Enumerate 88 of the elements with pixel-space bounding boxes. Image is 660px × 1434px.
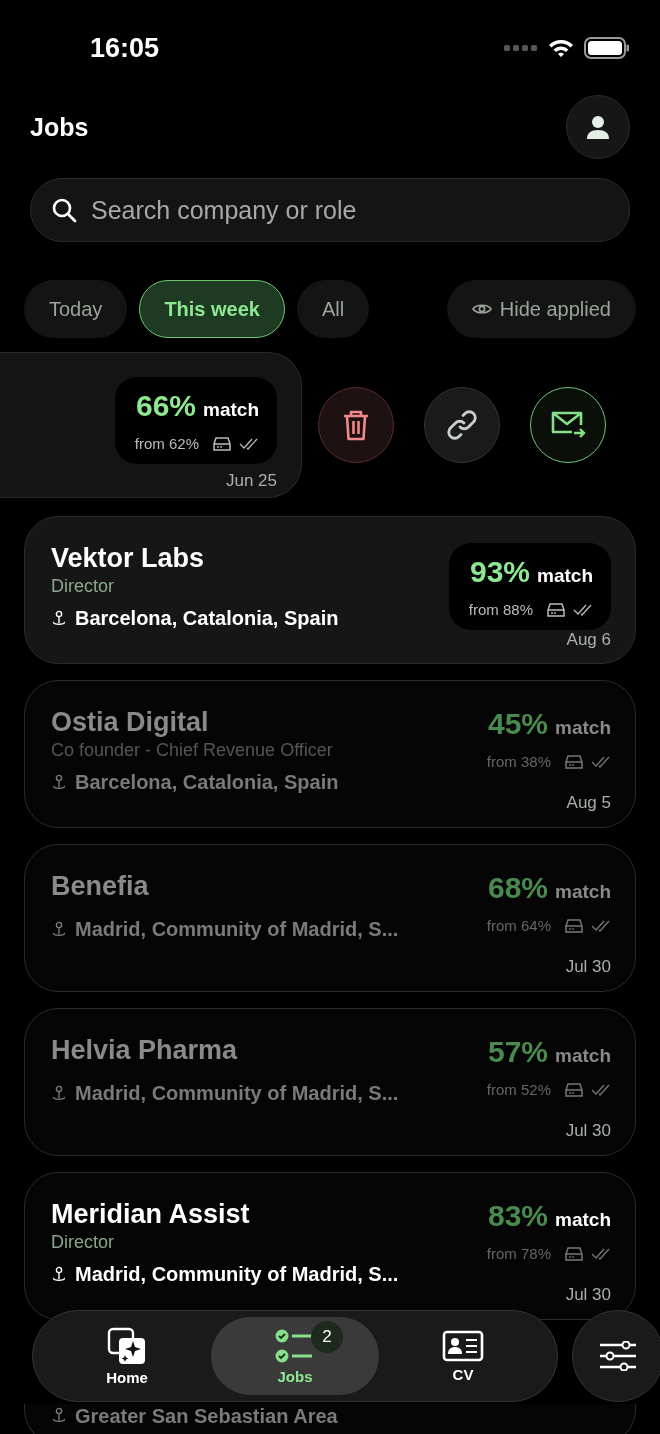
search-icon (51, 197, 77, 223)
match-percent: 57% (488, 1035, 549, 1069)
double-check-icon (573, 603, 593, 616)
tab-bar-item[interactable]: Jobs 2 (211, 1317, 379, 1395)
sparkle-cards-icon (107, 1326, 147, 1365)
job-location: Greater San Sebastian Area (75, 1404, 338, 1428)
send-mail-icon (550, 410, 586, 440)
search-field[interactable]: Search company or role (91, 195, 609, 225)
location-pin-icon (51, 1407, 67, 1425)
job-card[interactable]: Vektor Labs Director Barcelona, Catalonia, Spain 93% match from 88% Aug 6 (24, 516, 636, 664)
company-name: Ostia Digital (51, 707, 210, 738)
checklist-icon (275, 1327, 315, 1364)
wifi-icon (548, 38, 574, 58)
match-percent: 83% (488, 1199, 549, 1233)
match-from: from 38% (486, 753, 551, 770)
match-label: match (555, 1209, 611, 1231)
job-card[interactable]: Meridian Assist Director Madrid, Community of Madrid, S... 83% match from 78% Jul 30 (24, 1172, 636, 1320)
drive-icon (565, 1246, 583, 1261)
job-date: Aug 5 (566, 793, 611, 813)
match-label: match (537, 565, 593, 587)
match-from: from 64% (486, 917, 551, 934)
drive-icon (213, 436, 231, 451)
status-time: 16:05 (90, 32, 160, 64)
match-label: match (555, 1045, 611, 1067)
company-name: Vektor Labs (51, 543, 206, 574)
job-card[interactable]: Ostia Digital Co founder - Chief Revenue Officer Barcelona, Catalonia, Spain 45% match from 38% Aug 5 (24, 680, 636, 828)
filter-tab[interactable]: All (297, 280, 370, 338)
match-from: from 62% (134, 435, 199, 452)
trash-icon (341, 409, 371, 441)
signal-icon (504, 44, 538, 52)
match-label: match (555, 881, 611, 903)
match-label: match (555, 717, 611, 739)
job-card[interactable]: Helvia Pharma Madrid, Community of Madrid, S... 57% match from 52% Jul 30 (24, 1008, 636, 1156)
person-icon (585, 114, 611, 140)
location-pin-icon (51, 609, 67, 628)
location-pin-icon (51, 1265, 67, 1284)
drive-icon (565, 1082, 583, 1097)
hide-applied-button[interactable]: Hide applied (446, 280, 636, 338)
company-name: Helvia Pharma (51, 1035, 239, 1066)
job-role: Co founder - Chief Revenue Officer (51, 740, 334, 761)
match-from: from 78% (486, 1245, 551, 1262)
job-location: Madrid, Community of Madrid, S... (75, 1263, 399, 1286)
match-from: from 88% (468, 601, 533, 618)
location-pin-icon (51, 773, 67, 792)
eye-icon (471, 302, 492, 316)
double-check-icon (591, 1083, 611, 1096)
double-check-icon (239, 437, 259, 450)
location-pin-icon (51, 1084, 67, 1103)
match-percent: 68% (488, 871, 549, 905)
sliders-icon (599, 1341, 637, 1371)
job-card[interactable]: 66% match from 62% Jun 25 (0, 352, 302, 498)
tab-bar-item[interactable]: CV (379, 1317, 547, 1395)
search-bar[interactable]: Search company or role (30, 178, 630, 242)
filter-tab[interactable]: Today (24, 280, 128, 338)
id-card-icon (442, 1329, 484, 1362)
job-location: Madrid, Community of Madrid, S... (75, 918, 399, 941)
drive-icon (547, 602, 565, 617)
job-card[interactable]: Greater San Sebastian Area (24, 1404, 636, 1434)
location-pin-icon (51, 920, 67, 939)
tab-bar-item[interactable]: Home (43, 1317, 211, 1395)
job-date: Jun 25 (225, 471, 277, 491)
double-check-icon (591, 755, 611, 768)
job-date: Aug 6 (566, 630, 611, 650)
job-role: Director (51, 1232, 115, 1253)
job-role: Director (51, 576, 115, 597)
job-card[interactable]: Benefia Madrid, Community of Madrid, S... 68% match from 64% Jul 30 (24, 844, 636, 992)
match-percent: 93% (470, 555, 531, 589)
match-percent: 45% (488, 707, 549, 741)
job-date: Jul 30 (565, 957, 611, 977)
filter-tab[interactable]: This week (139, 280, 285, 338)
battery-icon (584, 37, 630, 59)
drive-icon (565, 754, 583, 769)
job-location: Barcelona, Catalonia, Spain (75, 607, 339, 630)
page-title: Jobs (30, 112, 89, 142)
job-location: Madrid, Community of Madrid, S... (75, 1082, 399, 1105)
match-label: match (203, 399, 259, 421)
match-from: from 52% (486, 1081, 551, 1098)
job-date: Jul 30 (565, 1285, 611, 1305)
drive-icon (565, 918, 583, 933)
count-badge: 2 (311, 1321, 343, 1353)
job-date: Jul 30 (565, 1121, 611, 1141)
company-name: Meridian Assist (51, 1199, 251, 1230)
double-check-icon (591, 1247, 611, 1260)
match-percent: 66% (136, 389, 197, 423)
company-name: Benefia (51, 871, 150, 902)
job-location: Barcelona, Catalonia, Spain (75, 771, 339, 794)
double-check-icon (591, 919, 611, 932)
link-icon (446, 409, 478, 441)
